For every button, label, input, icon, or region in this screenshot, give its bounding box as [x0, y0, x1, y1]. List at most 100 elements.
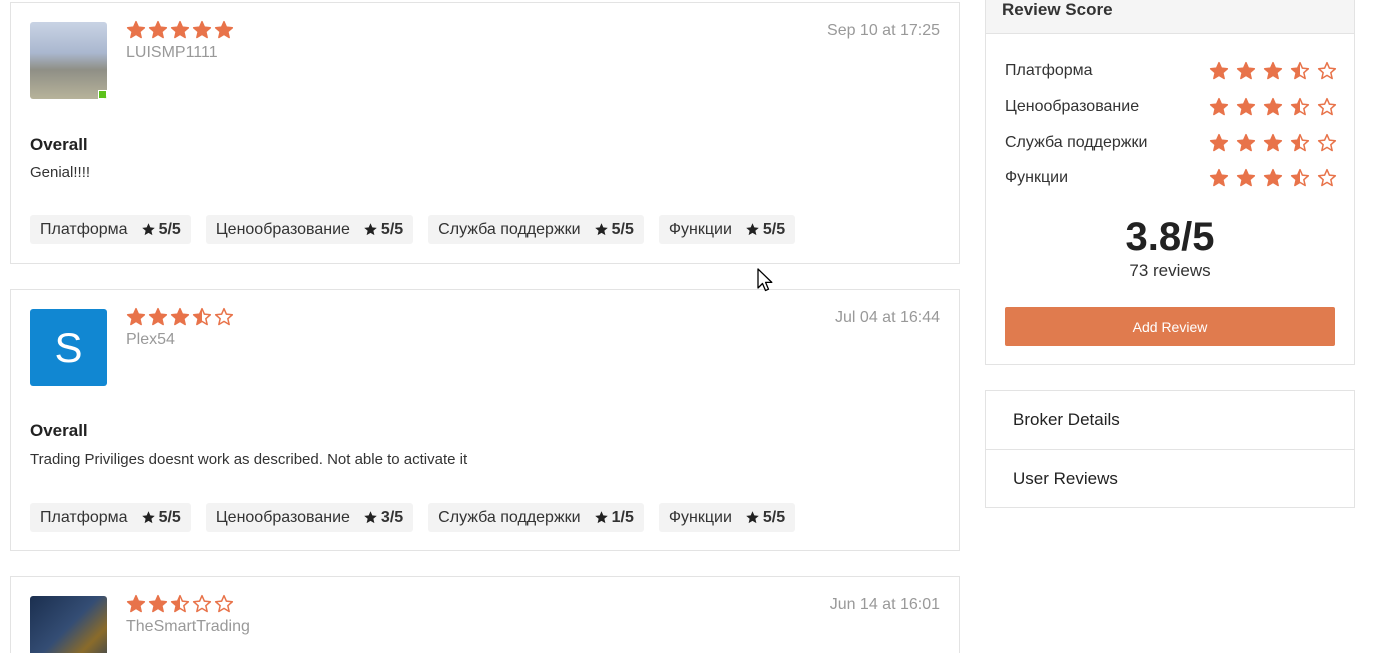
avatar[interactable]	[30, 596, 107, 653]
star-half-icon	[192, 307, 212, 326]
star-filled-icon	[148, 594, 168, 613]
category-rating-tag: Функции 5/5	[658, 215, 796, 244]
category-label: Платформа	[40, 508, 128, 526]
star-icon	[364, 511, 377, 524]
star-half-icon	[1290, 133, 1310, 152]
star-empty-icon	[192, 594, 212, 613]
category-label: Служба поддержки	[438, 508, 581, 526]
star-icon	[594, 511, 608, 524]
category-rating-tag: Ценообразование 3/5	[205, 503, 414, 532]
broker-nav-panel: Broker Details User Reviews	[985, 390, 1355, 508]
star-filled-icon	[126, 594, 146, 613]
review-card: LUISMP1111 Sep 10 at 17:25 Overall Genia…	[10, 2, 960, 264]
category-ratings: Платформа 5/5 Ценообразование 3/5 Служба под…	[30, 503, 796, 532]
category-rating-tag: Ценообразование 5/5	[205, 215, 414, 244]
star-empty-icon	[1317, 97, 1337, 116]
score-row-stars	[1209, 97, 1337, 117]
online-status-indicator	[98, 90, 107, 99]
nav-item-user-reviews[interactable]: User Reviews	[986, 449, 1354, 507]
rating-stars	[126, 307, 234, 327]
star-icon	[141, 223, 155, 236]
star-filled-icon	[170, 20, 190, 39]
score-row-pricing: Ценообразование	[1005, 95, 1337, 119]
star-filled-icon	[1209, 133, 1229, 152]
rating-stars	[126, 594, 234, 614]
star-empty-icon	[214, 594, 234, 613]
star-filled-icon	[214, 20, 234, 39]
score-row-stars	[1209, 133, 1337, 153]
category-ratings: Платформа 5/5 Ценообразование 5/5 Служба под…	[30, 215, 796, 244]
category-rating-tag: Служба поддержки 5/5	[428, 215, 644, 244]
star-filled-icon	[1236, 97, 1256, 116]
avatar-initial: S	[54, 323, 83, 371]
star-empty-icon	[214, 307, 234, 326]
username-link[interactable]: Plex54	[126, 331, 175, 349]
review-text: Genial!!!!	[30, 164, 91, 181]
category-value: 5/5	[762, 220, 786, 238]
star-filled-icon	[192, 20, 212, 39]
star-filled-icon	[148, 20, 168, 39]
star-empty-icon	[1317, 133, 1337, 152]
average-score: 3.8/5	[1125, 215, 1215, 259]
score-row-platform: Платформа	[1005, 59, 1337, 83]
category-label: Платформа	[40, 220, 128, 238]
score-row-label: Служба поддержки	[1005, 134, 1148, 151]
star-filled-icon	[1263, 61, 1283, 80]
category-value: 5/5	[158, 220, 181, 238]
category-rating-tag: Функции 5/5	[658, 503, 796, 532]
rating-stars	[126, 20, 234, 40]
star-filled-icon	[126, 307, 146, 326]
score-row-label: Функции	[1005, 169, 1069, 186]
star-icon	[141, 511, 155, 524]
score-row-label: Ценообразование	[1005, 98, 1140, 115]
category-value: 1/5	[611, 508, 634, 526]
category-rating-tag: Служба поддержки 1/5	[428, 503, 644, 532]
star-icon	[594, 223, 608, 236]
star-filled-icon	[1263, 168, 1283, 187]
star-filled-icon	[170, 307, 190, 326]
overall-heading: Overall	[30, 421, 88, 440]
star-filled-icon	[1209, 168, 1229, 187]
review-date: Jun 14 at 16:01	[829, 596, 940, 613]
star-half-icon	[170, 594, 190, 613]
overall-heading: Overall	[30, 135, 88, 154]
nav-item-broker-details[interactable]: Broker Details	[986, 391, 1354, 449]
category-value: 5/5	[380, 220, 404, 238]
star-half-icon	[1290, 168, 1310, 187]
star-filled-icon	[148, 307, 168, 326]
category-value: 5/5	[611, 220, 634, 238]
category-label: Функции	[668, 220, 732, 238]
star-filled-icon	[1209, 97, 1229, 116]
category-value: 5/5	[158, 508, 181, 526]
username-link[interactable]: LUISMP1111	[126, 44, 218, 62]
review-score-title: Review Score	[986, 0, 1354, 34]
star-filled-icon	[1209, 61, 1229, 80]
review-card: TheSmartTrading Jun 14 at 16:01	[10, 576, 960, 653]
review-count: 73 reviews	[1129, 261, 1211, 280]
category-label: Служба поддержки	[438, 220, 581, 238]
category-value: 3/5	[380, 508, 404, 526]
category-label: Функции	[668, 508, 732, 526]
star-filled-icon	[126, 20, 146, 39]
star-half-icon	[1290, 61, 1310, 80]
score-row-support: Служба поддержки	[1005, 131, 1337, 155]
score-row-label: Платформа	[1005, 62, 1093, 79]
avatar[interactable]	[30, 22, 107, 99]
avatar[interactable]: S	[30, 309, 107, 386]
star-empty-icon	[1317, 168, 1337, 187]
category-label: Ценообразование	[215, 508, 350, 526]
star-icon	[746, 511, 759, 524]
username-link[interactable]: TheSmartTrading	[126, 618, 250, 636]
star-filled-icon	[1263, 133, 1283, 152]
review-text: Trading Priviliges doesnt work as descri…	[30, 451, 468, 468]
star-half-icon	[1290, 97, 1310, 116]
star-filled-icon	[1236, 168, 1256, 187]
star-filled-icon	[1236, 133, 1256, 152]
score-row-stars	[1209, 168, 1337, 188]
review-date: Sep 10 at 17:25	[827, 22, 940, 39]
review-card: S Plex54 Jul 04 at 16:44 Overall Trading…	[10, 289, 960, 551]
star-filled-icon	[1263, 97, 1283, 116]
category-rating-tag: Платформа 5/5	[30, 503, 191, 532]
review-date: Jul 04 at 16:44	[835, 309, 940, 326]
add-review-button[interactable]: Add Review	[1005, 307, 1335, 346]
